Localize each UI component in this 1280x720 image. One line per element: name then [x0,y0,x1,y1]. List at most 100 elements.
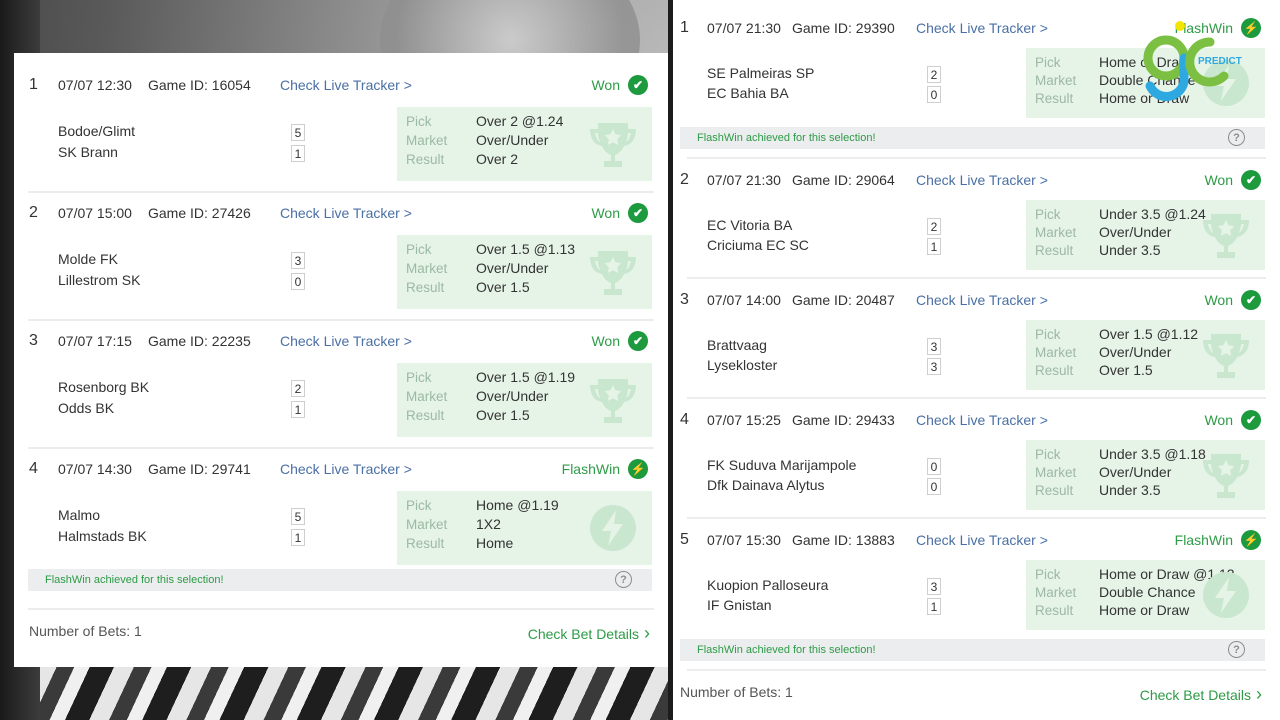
bet-datetime: 07/07 14:30 [58,461,132,477]
away-score: 0 [291,273,305,290]
pick-value: Over 1.5 @1.19 [476,369,576,385]
status-label: Won [1204,172,1233,188]
help-icon[interactable]: ? [1228,641,1245,658]
status-label: Won [1204,292,1233,308]
bet-status-badge: Won ✔ [591,331,648,351]
bet-status-badge: Won ✔ [1204,290,1261,310]
game-id: Game ID: 13883 [792,532,895,548]
check-live-tracker-link[interactable]: Check Live Tracker > [916,292,1048,308]
away-team: Odds BK [58,400,115,416]
away-team: IF Gnistan [707,597,772,613]
check-bet-details-label: Check Bet Details [1139,687,1251,703]
check-live-tracker-link[interactable]: Check Live Tracker > [916,412,1048,428]
game-id: Game ID: 29390 [792,20,895,36]
trophy-icon [1199,208,1253,262]
home-team: Brattvaag [707,337,767,353]
home-team: Bodoe/Glimt [58,123,136,139]
pick-label: Pick [1035,327,1061,342]
bet-status-badge: Won ✔ [1204,170,1261,190]
home-score: 3 [291,252,305,269]
check-live-tracker-link[interactable]: Check Live Tracker > [916,172,1048,188]
check-live-tracker-link[interactable]: Check Live Tracker > [280,77,412,93]
check-bet-details-link[interactable]: Check Bet Details › [1140,684,1262,705]
flashwin-note: FlashWin achieved for this selection!? [680,639,1265,661]
bet-number: 1 [680,19,689,36]
result-value: Under 3.5 [1099,242,1161,258]
check-live-tracker-link[interactable]: Check Live Tracker > [280,461,412,477]
check-live-tracker-link[interactable]: Check Live Tracker > [280,205,412,221]
number-of-bets: Number of Bets: 1 [680,684,793,700]
bet-item: 3 07/07 14:00 Game ID: 20487 Check Live Tra… [673,279,1280,399]
bet-number: 1 [29,76,38,93]
bet-datetime: 07/07 14:00 [707,292,781,308]
chevron-right-icon: › [1251,684,1262,704]
bet-datetime: 07/07 21:30 [707,20,781,36]
help-icon[interactable]: ? [615,571,632,588]
game-id: Game ID: 22235 [148,333,251,349]
checkmark-icon: ✔ [628,75,648,95]
pick-label: Pick [406,242,432,257]
result-label: Result [1035,483,1074,498]
background-striped-shirt [40,660,670,720]
game-id: Game ID: 20487 [792,292,895,308]
home-team: SE Palmeiras SP [707,65,815,81]
gpredictor-logo: PREDICTOR [1143,21,1242,101]
left-bet-slip: 1 07/07 12:30 Game ID: 16054 Check Live Tra… [14,53,668,667]
bet-datetime: 07/07 12:30 [58,77,132,93]
pick-label: Pick [406,114,432,129]
checkmark-icon: ✔ [1241,290,1261,310]
home-score: 3 [927,578,941,595]
bet-number: 2 [29,204,38,221]
market-label: Market [1035,585,1077,600]
status-label: Won [591,333,620,349]
result-label: Result [1035,243,1074,258]
check-live-tracker-link[interactable]: Check Live Tracker > [916,20,1048,36]
away-score: 1 [291,401,305,418]
bet-number: 4 [29,460,38,477]
result-value: Home or Draw [1099,602,1190,618]
bet-item: 3 07/07 17:15 Game ID: 22235 Check Live Tra… [14,321,668,449]
bet-divider [28,608,654,610]
market-label: Market [1035,225,1077,240]
home-score: 5 [291,508,305,525]
status-label: FlashWin [1174,532,1233,548]
market-label: Market [406,389,448,404]
away-score: 3 [927,358,941,375]
pick-details-box: Pick Over 2 @1.24 Market Over/Under Result Ov… [397,107,652,181]
check-bet-details-link[interactable]: Check Bet Details › [528,623,650,644]
game-id: Game ID: 27426 [148,205,251,221]
trophy-icon [586,117,640,171]
result-label: Result [406,152,445,167]
home-team: Kuopion Palloseura [707,577,829,593]
flashwin-note: FlashWin achieved for this selection!? [680,127,1265,149]
bet-item: 1 07/07 12:30 Game ID: 16054 Check Live Tra… [14,65,668,193]
checkmark-icon: ✔ [1241,170,1261,190]
help-icon[interactable]: ? [1228,129,1245,146]
market-label: Market [406,133,448,148]
market-label: Market [1035,345,1077,360]
game-id: Game ID: 29433 [792,412,895,428]
pick-value: Under 3.5 @1.24 [1099,206,1206,222]
pick-details-box: Pick Over 1.5 @1.13 Market Over/Under Result… [397,235,652,309]
bet-status-badge: Won ✔ [591,75,648,95]
market-value: 1X2 [476,516,501,532]
flashwin-note-text: FlashWin achieved for this selection! [697,132,876,144]
market-label: Market [1035,465,1077,480]
bet-status-badge: Won ✔ [591,203,648,223]
check-live-tracker-link[interactable]: Check Live Tracker > [916,532,1048,548]
bet-number: 5 [680,531,689,548]
trophy-icon [586,373,640,427]
check-live-tracker-link[interactable]: Check Live Tracker > [280,333,412,349]
pick-details-box: Pick Under 3.5 @1.24 Market Over/Under Resul… [1026,200,1265,270]
away-score: 1 [291,529,305,546]
right-bet-slip: 1 07/07 21:30 Game ID: 29390 Check Live Tra… [673,0,1280,720]
bet-status-badge: FlashWin ⚡ [562,459,648,479]
away-score: 0 [927,86,941,103]
pick-details-box: Pick Over 1.5 @1.19 Market Over/Under Result… [397,363,652,437]
away-team: EC Bahia BA [707,85,789,101]
bet-divider [687,669,1266,671]
market-value: Over/Under [476,388,549,404]
game-id: Game ID: 16054 [148,77,251,93]
status-label: Won [591,205,620,221]
home-score: 2 [927,218,941,235]
